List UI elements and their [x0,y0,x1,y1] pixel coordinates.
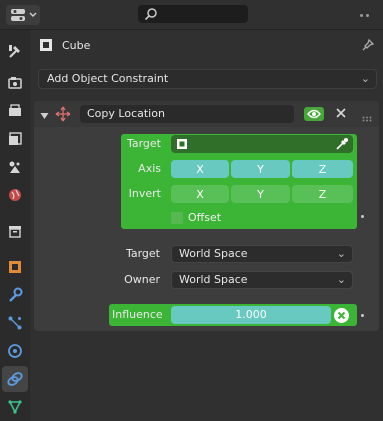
target-space-value: World Space [179,247,248,260]
collapse-arrow-icon[interactable] [40,110,49,123]
invert-y-toggle[interactable]: Y [231,185,290,203]
tab-tool[interactable] [2,38,28,64]
tab-physics[interactable] [2,338,28,364]
copy-location-icon [55,106,71,125]
object-icon [9,261,21,273]
modifier-icon [9,287,23,302]
header-options-icon[interactable] [360,14,363,17]
owner-space-label: Owner [124,273,160,286]
disable-keep-transform-button[interactable] [333,307,350,327]
search-input[interactable] [138,5,248,23]
tool-icon [9,45,20,58]
tab-output[interactable] [2,98,28,124]
tab-modifiers[interactable] [2,282,28,308]
chevron-down-icon [29,12,36,17]
clear-icon [334,308,349,323]
tab-collection[interactable] [2,218,28,244]
pin-icon[interactable] [361,38,375,55]
constraints-icon [7,372,23,386]
influence-slider[interactable]: 1.000 [171,306,331,324]
tab-world[interactable] [2,182,28,208]
owner-space-value: World Space [179,273,248,286]
tab-object[interactable] [2,254,28,280]
axis-y-toggle[interactable]: Y [231,160,290,178]
chevron-down-icon: ⌄ [336,247,346,260]
tab-scene[interactable] [2,154,28,180]
owner-space-dropdown[interactable]: World Space ⌄ [171,271,353,289]
invert-x-toggle[interactable]: X [171,185,229,203]
target-label: Target [126,137,161,150]
header-options-icon[interactable] [366,14,369,17]
view-layer-icon [9,132,22,145]
add-object-constraint-label: Add Object Constraint [47,72,169,85]
particles-icon [8,316,22,330]
keyframe-dot-icon[interactable] [361,215,364,218]
invert-label: Invert [128,187,161,200]
axis-label: Axis [138,162,161,175]
target-object-field[interactable] [171,135,353,153]
tab-render[interactable] [2,70,28,96]
eye-icon [307,109,321,119]
eyedropper-icon[interactable] [335,137,349,151]
chevron-down-icon: ⌄ [336,273,346,286]
object-icon [39,38,53,55]
axis-z-toggle[interactable]: Z [292,160,353,178]
offset-label: Offset [188,211,222,224]
influence-label: Influence [112,308,163,321]
editor-type-button[interactable] [6,5,40,25]
drag-handle-icon[interactable] [362,112,374,125]
keyframe-dot-icon[interactable] [361,314,364,317]
target-space-label: Target [125,247,160,260]
invert-z-toggle[interactable]: Z [292,185,353,203]
collection-icon [9,226,21,238]
properties-editor-icon [10,9,25,21]
physics-icon [8,344,22,358]
output-icon [9,104,21,116]
constraint-name-field[interactable]: Copy Location [80,105,294,123]
search-icon [144,8,157,21]
tab-view-layer[interactable] [2,126,28,152]
offset-checkbox[interactable] [171,212,183,224]
add-object-constraint-dropdown[interactable]: Add Object Constraint ⌄ [38,69,377,89]
tab-particles[interactable] [2,310,28,336]
object-icon [177,139,187,149]
tab-object-data[interactable] [2,394,28,420]
close-icon[interactable] [335,107,347,122]
render-icon [8,77,22,89]
world-icon [9,189,21,201]
scene-icon [9,161,20,173]
object-data-icon [8,400,22,414]
object-name: Cube [62,39,91,52]
tab-object-constraints[interactable] [2,366,28,392]
target-space-dropdown[interactable]: World Space ⌄ [171,245,353,263]
axis-x-toggle[interactable]: X [171,160,229,178]
enable-toggle-button[interactable] [304,107,324,121]
chevron-down-icon: ⌄ [360,72,370,85]
